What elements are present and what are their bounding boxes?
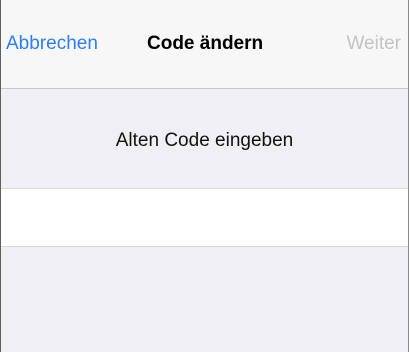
page-title: Code ändern xyxy=(147,33,264,54)
enter-old-code-prompt: Alten Code eingeben xyxy=(115,130,294,151)
cancel-button[interactable]: Abbrechen xyxy=(6,33,98,55)
change-code-screen: Abbrechen Code ändern Weiter Alten Code … xyxy=(0,0,409,352)
navigation-bar: Abbrechen Code ändern Weiter xyxy=(1,0,408,89)
old-code-input[interactable] xyxy=(1,189,408,246)
code-field[interactable] xyxy=(1,188,408,247)
next-button[interactable]: Weiter xyxy=(346,33,401,55)
